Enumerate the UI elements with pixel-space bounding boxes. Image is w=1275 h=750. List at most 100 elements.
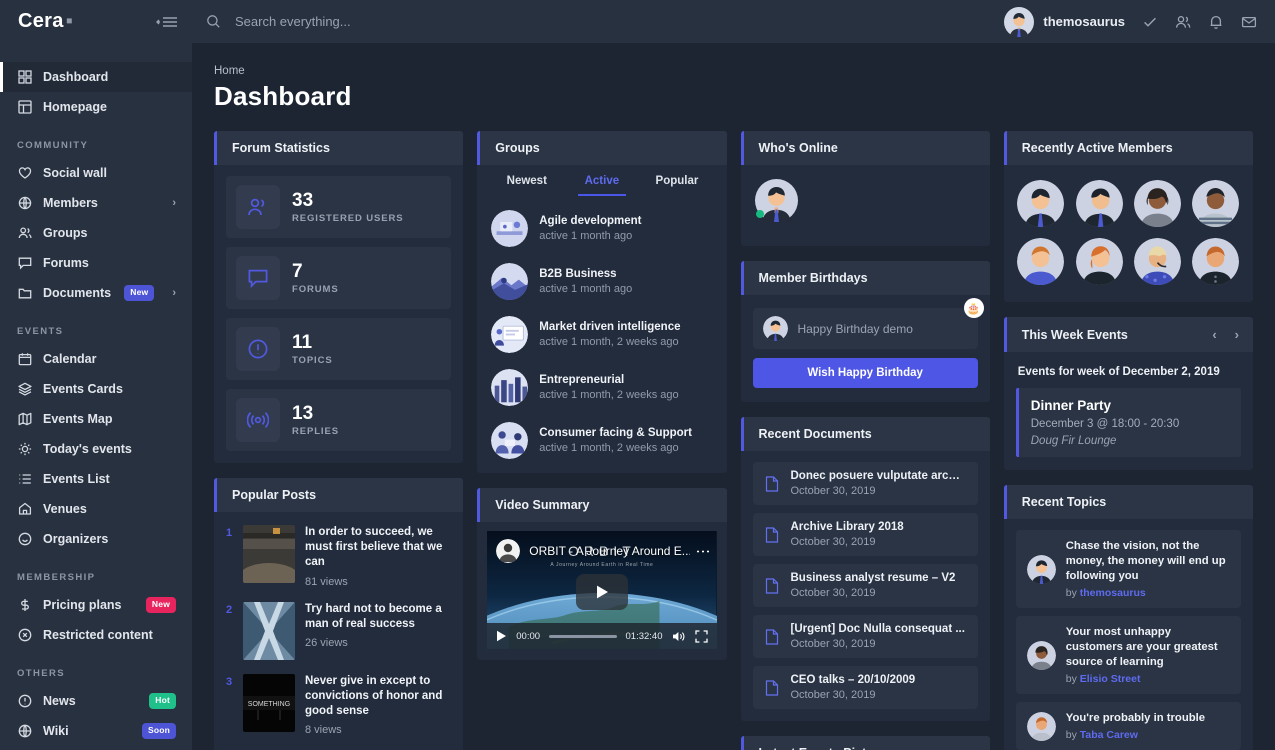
member-avatar[interactable]	[1076, 238, 1123, 285]
sidebar-item-calendar[interactable]: Calendar	[0, 344, 192, 374]
member-avatar[interactable]	[1192, 180, 1239, 227]
member-avatar[interactable]	[1017, 180, 1064, 227]
group-name: Consumer facing & Support	[539, 427, 692, 439]
document-row[interactable]: Business analyst resume – V2 October 30,…	[753, 564, 978, 607]
stat-topics[interactable]: 11 TOPICS	[226, 318, 451, 380]
mail-icon[interactable]	[1241, 14, 1257, 30]
column-2: Groups Newest Active Popular	[477, 131, 726, 660]
topic-row[interactable]: Your most unhappy customers are your gre…	[1016, 616, 1241, 694]
user-menu[interactable]: themosaurus	[1004, 7, 1125, 37]
stat-forums[interactable]: 7 FORUMS	[226, 247, 451, 309]
sidebar-item-news[interactable]: News Hot	[0, 686, 192, 716]
author-name[interactable]: Taba Carew	[1080, 729, 1138, 741]
grid-icon	[17, 70, 32, 85]
chevron-right-icon[interactable]: ›	[1235, 327, 1239, 342]
sidebar-item-wiki[interactable]: Wiki Soon	[0, 716, 192, 746]
list-item[interactable]: Market driven intelligence active 1 mont…	[489, 308, 714, 361]
stat-label: TOPICS	[292, 355, 333, 366]
member-avatar[interactable]	[1076, 180, 1123, 227]
whos-online-card: Who's Online	[741, 131, 990, 246]
chevron-left-icon[interactable]: ‹	[1212, 327, 1216, 342]
volume-icon[interactable]	[672, 630, 686, 643]
list-item[interactable]: 3 SOMETHING Never give in except to conv…	[226, 674, 451, 737]
author-name[interactable]: Elisio Street	[1080, 673, 1141, 685]
video-player[interactable]: ORBIT A Journey Around Earth in Real Tim…	[487, 531, 716, 649]
group-meta: active 1 month, 2 weeks ago	[539, 442, 692, 454]
member-avatar[interactable]	[1134, 238, 1181, 285]
play-overlay-button[interactable]	[576, 574, 628, 610]
document-row[interactable]: Donec posuere vulputate arcu. ... Octobe…	[753, 462, 978, 505]
stat-registered-users[interactable]: 33 REGISTERED USERS	[226, 176, 451, 238]
author-name[interactable]: themosaurus	[1080, 587, 1146, 599]
logo[interactable]: Cera ▪	[18, 10, 73, 33]
sidebar-item-todays-events[interactable]: Today's events	[0, 434, 192, 464]
tab-active[interactable]: Active	[564, 169, 639, 196]
list-item[interactable]: B2B Business active 1 month ago	[489, 255, 714, 308]
fullscreen-icon[interactable]	[695, 630, 708, 643]
document-row[interactable]: [Urgent] Doc Nulla consequat ... October…	[753, 615, 978, 658]
events-week-subtitle: Events for week of December 2, 2019	[1016, 363, 1241, 388]
members-icon[interactable]	[1175, 14, 1191, 30]
list-item[interactable]: Agile development active 1 month ago	[489, 202, 714, 255]
sidebar-item-groups[interactable]: Groups	[0, 218, 192, 248]
list-item[interactable]: 1 In order to succeed, we must first bel…	[226, 525, 451, 588]
search-input[interactable]	[235, 14, 555, 29]
sidebar-item-dashboard[interactable]: Dashboard	[0, 62, 192, 92]
card-title: Recent Documents	[741, 417, 990, 451]
play-button[interactable]	[496, 630, 507, 642]
stat-replies[interactable]: 13 REPLIES	[226, 389, 451, 451]
sidebar-item-events-list[interactable]: Events List	[0, 464, 192, 494]
video-controls: 00:00 01:32:40	[487, 623, 716, 649]
wish-happy-birthday-button[interactable]: Wish Happy Birthday	[753, 358, 978, 388]
member-avatar[interactable]	[1017, 238, 1064, 285]
sidebar-item-events-cards[interactable]: Events Cards	[0, 374, 192, 404]
tab-newest[interactable]: Newest	[489, 169, 564, 196]
latest-events-pictures-card: Latest Events Pictures	[741, 736, 990, 750]
sidebar-item-events-map[interactable]: Events Map	[0, 404, 192, 434]
stat-value: 13	[292, 403, 339, 425]
bell-icon[interactable]	[1208, 14, 1224, 30]
list-item[interactable]: 2 Try hard not to become a man of real s…	[226, 602, 451, 660]
map-icon	[17, 412, 32, 427]
event-card[interactable]: Dinner Party December 3 @ 18:00 - 20:30 …	[1016, 388, 1241, 457]
group-meta: active 1 month, 2 weeks ago	[539, 389, 678, 401]
more-options-icon[interactable]: ⋮	[699, 544, 708, 559]
sidebar-item-forums[interactable]: Forums	[0, 248, 192, 278]
tab-popular[interactable]: Popular	[639, 169, 714, 196]
document-icon	[765, 527, 781, 543]
birthday-row[interactable]: Happy Birthday demo 🎂	[753, 308, 978, 349]
collapse-sidebar-icon[interactable]	[156, 14, 178, 30]
group-name: B2B Business	[539, 268, 632, 280]
list-item[interactable]: Entrepreneurial active 1 month, 2 weeks …	[489, 361, 714, 414]
document-icon	[765, 578, 781, 594]
document-row[interactable]: CEO talks – 20/10/2009 October 30, 2019	[753, 666, 978, 709]
sidebar-item-pricing-plans[interactable]: Pricing plans New	[0, 590, 192, 620]
list-item[interactable]: Consumer facing & Support active 1 month…	[489, 414, 714, 467]
week-nav: ‹ ›	[1212, 327, 1239, 342]
by-prefix: by	[1066, 729, 1080, 741]
sidebar-item-members[interactable]: Members ›	[0, 188, 192, 218]
sidebar-item-restricted-content[interactable]: Restricted content	[0, 620, 192, 650]
recent-documents-body: Donec posuere vulputate arcu. ... Octobe…	[741, 451, 990, 721]
online-member-avatar[interactable]	[755, 179, 798, 222]
card-title: Member Birthdays	[741, 261, 990, 295]
document-row[interactable]: Archive Library 2018 October 30, 2019	[753, 513, 978, 556]
sidebar-item-documents[interactable]: Documents New ›	[0, 278, 192, 308]
sidebar-item-homepage[interactable]: Homepage	[0, 92, 192, 122]
sidebar-item-venues[interactable]: Venues	[0, 494, 192, 524]
member-avatar[interactable]	[1134, 180, 1181, 227]
channel-avatar[interactable]	[496, 539, 520, 563]
by-prefix: by	[1066, 673, 1080, 685]
member-avatar[interactable]	[1192, 238, 1239, 285]
sidebar-item-social-wall[interactable]: Social wall	[0, 158, 192, 188]
layers-icon	[17, 382, 32, 397]
search-bar[interactable]	[206, 14, 994, 29]
topic-row[interactable]: You're probably in trouble by Taba Carew	[1016, 702, 1241, 750]
video-title[interactable]: ORBIT - A Journey Around E...	[529, 544, 689, 558]
sidebar-item-label: Social wall	[43, 166, 176, 180]
sidebar-item-organizers[interactable]: Organizers	[0, 524, 192, 554]
topic-row[interactable]: Chase the vision, not the money, the mon…	[1016, 530, 1241, 608]
breadcrumb[interactable]: Home	[214, 65, 1253, 77]
check-icon[interactable]	[1142, 14, 1158, 30]
video-progress-bar[interactable]	[549, 635, 616, 638]
